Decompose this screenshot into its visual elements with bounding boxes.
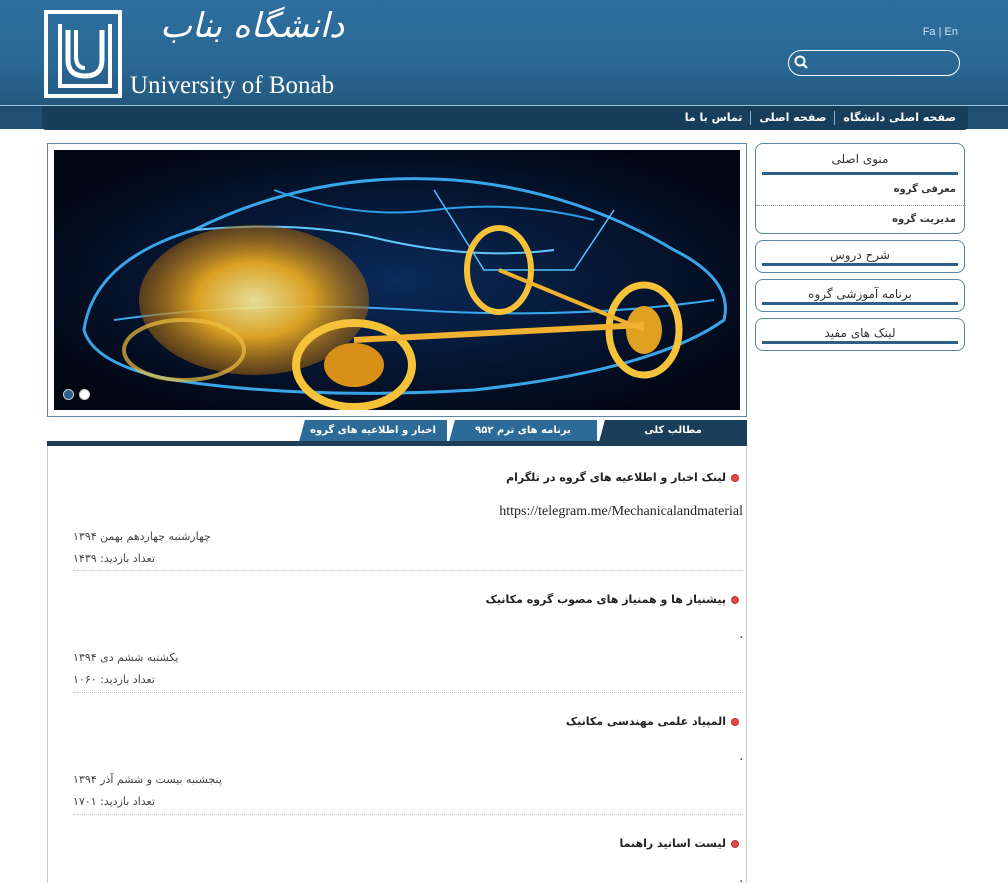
news-item: لیست اساتید راهنما .: [73, 815, 743, 883]
sidebar-item-intro[interactable]: معرفی گروه: [756, 175, 964, 205]
sidebar-box-title[interactable]: برنامه آموزشی گروه: [756, 280, 964, 302]
news-list: لینک اخبار و اطلاعیه های گروه در تلگرام …: [47, 446, 747, 883]
logo-english-text: University of Bonab: [130, 72, 335, 99]
tab-news[interactable]: اخبار و اطلاعیه های گروه: [299, 420, 447, 442]
news-title-text[interactable]: لینک اخبار و اطلاعیه های گروه در تلگرام: [506, 471, 726, 484]
slider-dot-2[interactable]: [79, 389, 90, 400]
slider-dot-1[interactable]: [63, 389, 74, 400]
news-item: المپیاد علمی مهندسی مکانیک . پنجشنبه بیس…: [73, 693, 743, 815]
lang-separator: |: [938, 26, 942, 38]
sidebar-rule: [762, 263, 958, 266]
bullet-icon: [731, 473, 739, 482]
sidebar-item-management[interactable]: مدیریت گروه: [756, 206, 964, 234]
language-switcher: Fa | En: [923, 26, 958, 38]
news-item: پیشنیاز ها و همنیاز های مصوب گروه مکانیک…: [73, 571, 743, 693]
search-box: [788, 50, 960, 76]
bullet-icon: [731, 839, 739, 848]
news-title[interactable]: لیست اساتید راهنما: [619, 837, 739, 850]
lang-en-link[interactable]: En: [945, 26, 958, 38]
image-slider: [47, 143, 747, 417]
nav-contact[interactable]: تماس با ما: [677, 111, 751, 125]
news-date: پنجشنبه بیست و ششم آذر ۱۳۹۴: [73, 773, 222, 786]
site-header: دانشگاه بناب University of Bonab Fa | En: [0, 0, 1008, 105]
news-title[interactable]: لینک اخبار و اطلاعیه های گروه در تلگرام: [506, 471, 739, 484]
news-date: یکشنبه ششم دی ۱۳۹۴: [73, 651, 179, 664]
bullet-icon: [731, 717, 739, 726]
news-body: .: [739, 627, 744, 642]
sidebar-box-courses[interactable]: شرح دروس: [755, 240, 965, 273]
sidebar-rule: [762, 302, 958, 305]
lang-fa-link[interactable]: Fa: [923, 26, 936, 38]
slide-car-xray-image: [54, 150, 740, 410]
tab-general[interactable]: مطالب کلی: [599, 420, 747, 442]
bullet-icon: [731, 595, 739, 604]
nav-university-home[interactable]: صفحه اصلی دانشگاه: [834, 111, 964, 125]
nav-home[interactable]: صفحه اصلی: [750, 111, 834, 125]
sidebar-box-title[interactable]: لینک های مفید: [756, 319, 964, 341]
sidebar-box-program[interactable]: برنامه آموزشی گروه: [755, 279, 965, 312]
news-body: .: [739, 871, 744, 883]
news-title[interactable]: پیشنیاز ها و همنیاز های مصوب گروه مکانیک: [486, 593, 739, 606]
news-body: .: [739, 749, 744, 764]
main-navbar: صفحه اصلی دانشگاه صفحه اصلی تماس با ما: [0, 105, 1008, 130]
news-title-text[interactable]: لیست اساتید راهنما: [619, 837, 726, 850]
news-views: تعداد بازدید: ۱۷۰۱: [73, 795, 155, 808]
sidebar-box-links[interactable]: لینک های مفید: [755, 318, 965, 351]
sidebar-main-menu: منوی اصلی معرفی گروه مدیریت گروه: [755, 143, 965, 234]
sidebar-rule: [762, 341, 958, 344]
news-date: چهارشنبه چهاردهم بهمن ۱۳۹۴: [73, 530, 211, 543]
news-views: تعداد بازدید: ۱۴۳۹: [73, 552, 155, 565]
tab-term-programs[interactable]: برنامه های ترم ۹۵۲: [449, 420, 597, 442]
news-title[interactable]: المپیاد علمی مهندسی مکانیک: [566, 715, 739, 728]
news-item: لینک اخبار و اطلاعیه های گروه در تلگرام …: [73, 446, 743, 571]
news-views: تعداد بازدید: ۱۰۶۰: [73, 673, 155, 686]
search-icon[interactable]: [793, 54, 809, 74]
news-title-text[interactable]: المپیاد علمی مهندسی مکانیک: [566, 715, 726, 728]
news-body[interactable]: https://telegram.me/Mechanicalandmateria…: [499, 504, 743, 520]
sidebar-main-menu-title: منوی اصلی: [831, 152, 889, 166]
news-title-text[interactable]: پیشنیاز ها و همنیاز های مصوب گروه مکانیک: [486, 593, 726, 606]
navbar-inner: صفحه اصلی دانشگاه صفحه اصلی تماس با ما: [42, 106, 968, 130]
sidebar-box-title[interactable]: شرح دروس: [756, 241, 964, 263]
university-logo-icon[interactable]: [44, 10, 122, 98]
slider-dots: [63, 389, 90, 400]
logo-persian-text: دانشگاه بناب: [160, 6, 345, 46]
search-input[interactable]: [811, 54, 951, 72]
